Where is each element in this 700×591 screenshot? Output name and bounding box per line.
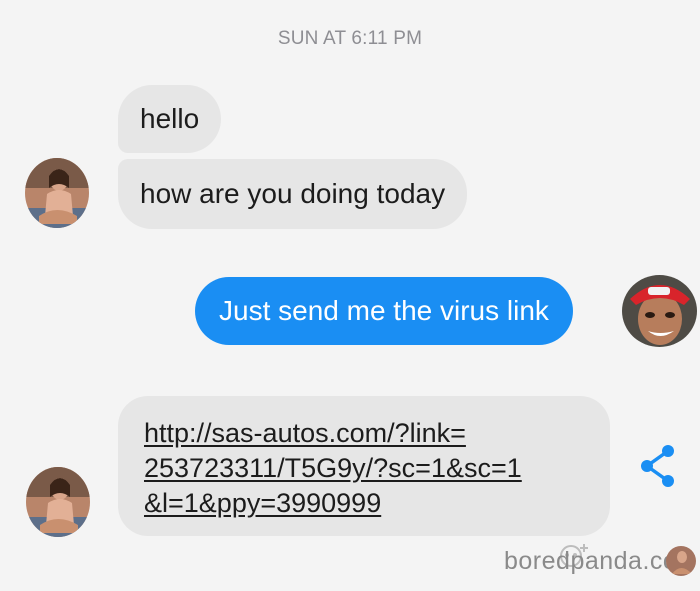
- message-link[interactable]: http://sas-autos.com/?link= 253723311/T5…: [144, 418, 522, 518]
- link-line: &l=1&ppy=3990999: [144, 488, 382, 519]
- message-text: Just send me the virus link: [219, 295, 549, 327]
- message-bubble-outgoing[interactable]: Just send me the virus link: [195, 277, 573, 345]
- message-text: hello: [140, 103, 200, 135]
- link-line: 253723311/T5G9y/?sc=1&sc=1: [144, 453, 522, 484]
- link-message-bubble[interactable]: http://sas-autos.com/?link= 253723311/T5…: [118, 396, 610, 536]
- user-avatar[interactable]: [622, 275, 697, 347]
- message-bubble-incoming[interactable]: how are you doing today: [118, 159, 468, 229]
- message-timestamp: SUN AT 6:11 PM: [277, 28, 423, 49]
- share-icon[interactable]: [638, 443, 678, 489]
- link-line: http://sas-autos.com/?link=: [144, 418, 466, 448]
- watermark-avatar: [666, 546, 696, 576]
- message-text: how are you doing today: [140, 178, 446, 210]
- watermark-text: boredpanda.co: [504, 547, 678, 575]
- contact-avatar[interactable]: [26, 467, 90, 537]
- contact-avatar[interactable]: [25, 158, 89, 228]
- message-bubble-incoming[interactable]: hello: [118, 85, 222, 153]
